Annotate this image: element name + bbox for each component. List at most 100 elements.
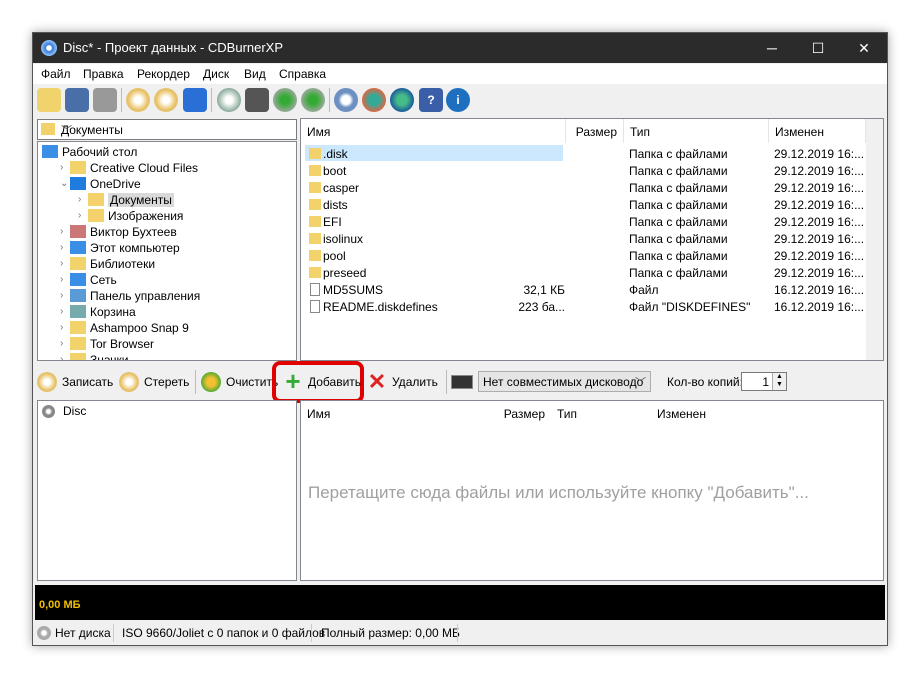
table-row[interactable]: EFI Папка с файлами 29.12.2019 16:... bbox=[301, 213, 864, 230]
disc-erase-icon bbox=[119, 372, 139, 392]
erase-button[interactable]: Стереть bbox=[119, 369, 191, 395]
cell-modified: 29.12.2019 16:... bbox=[774, 181, 865, 195]
tree-item-label: Виктор Бухтеев bbox=[90, 225, 177, 239]
info-icon[interactable]: i bbox=[446, 88, 470, 112]
chevron-right-icon[interactable]: › bbox=[60, 306, 63, 317]
copies-label: Кол-во копий: bbox=[667, 375, 743, 389]
tree-item[interactable]: ⌄ OneDrive bbox=[60, 176, 296, 192]
add-button[interactable]: + Добавить bbox=[283, 366, 361, 396]
table-row[interactable]: pool Папка с файлами 29.12.2019 16:... bbox=[301, 247, 864, 264]
stepper-arrows[interactable]: ▲ ▼ bbox=[772, 373, 786, 390]
disc-check-icon[interactable] bbox=[154, 88, 178, 112]
blue-square-icon[interactable] bbox=[183, 88, 207, 112]
menu-recorder[interactable]: Рекордер bbox=[137, 67, 190, 81]
maximize-button[interactable]: ☐ bbox=[795, 33, 841, 63]
table-row[interactable]: isolinux Папка с файлами 29.12.2019 16:... bbox=[301, 230, 864, 247]
plus-icon: + bbox=[285, 366, 301, 396]
tree-item[interactable]: › Tor Browser bbox=[60, 336, 296, 352]
folder-icon bbox=[41, 123, 55, 135]
clear-button[interactable]: Очистить bbox=[201, 369, 278, 395]
tree-item-label: Значки bbox=[90, 353, 129, 361]
menu-file[interactable]: Файл bbox=[41, 67, 71, 81]
copies-stepper[interactable]: 1 ▲ ▼ bbox=[741, 372, 787, 391]
chevron-right-icon[interactable]: › bbox=[60, 162, 63, 173]
tree-item[interactable]: › Библиотеки bbox=[60, 256, 296, 272]
table-row[interactable]: MD5SUMS 32,1 КБ Файл 16.12.2019 16:... bbox=[301, 281, 865, 298]
chevron-right-icon[interactable]: › bbox=[78, 210, 81, 221]
folder-combo[interactable]: Документы ﹀ bbox=[37, 119, 297, 140]
table-row[interactable]: casper Папка с файлами 29.12.2019 16:... bbox=[301, 179, 865, 196]
globe-cursor-icon[interactable] bbox=[390, 88, 414, 112]
tree-item[interactable]: › Панель управления bbox=[60, 288, 296, 304]
chevron-right-icon[interactable]: › bbox=[78, 194, 81, 205]
chevron-right-icon[interactable]: › bbox=[60, 226, 63, 237]
project-column-modified[interactable]: Изменен bbox=[651, 401, 761, 425]
tree-item-label: Ashampoo Snap 9 bbox=[90, 321, 189, 335]
folder-icon bbox=[309, 199, 321, 210]
folder-icon bbox=[309, 267, 321, 278]
tree-item[interactable]: › Корзина bbox=[60, 304, 296, 320]
column-name[interactable]: Имя bbox=[301, 119, 566, 143]
table-row[interactable]: .disk Папка с файлами 29.12.2019 16:... bbox=[301, 145, 864, 162]
column-modified[interactable]: Изменен bbox=[769, 119, 866, 143]
drive-select[interactable]: Нет совместимых дисководо ﹀ bbox=[478, 371, 651, 392]
disc-down-icon[interactable] bbox=[273, 88, 297, 112]
disc-info-icon[interactable] bbox=[217, 88, 241, 112]
tree-item[interactable]: › Изображения bbox=[78, 208, 296, 224]
menu-view[interactable]: Вид bbox=[244, 67, 266, 81]
tree-item[interactable]: › Виктор Бухтеев bbox=[60, 224, 296, 240]
tree-item[interactable]: Рабочий стол bbox=[42, 144, 282, 160]
menu-disc[interactable]: Диск bbox=[203, 67, 229, 81]
chevron-right-icon[interactable]: › bbox=[60, 322, 63, 333]
menu-edit[interactable]: Правка bbox=[83, 67, 124, 81]
chevron-right-icon[interactable]: › bbox=[60, 354, 63, 360]
vertical-scrollbar[interactable] bbox=[866, 119, 883, 360]
tree-item[interactable]: › Creative Cloud Files bbox=[60, 160, 296, 176]
save-icon[interactable] bbox=[65, 88, 89, 112]
open-folder-icon[interactable] bbox=[37, 88, 61, 112]
delete-button[interactable]: ✕ Удалить bbox=[367, 369, 441, 395]
project-root[interactable]: Disc bbox=[63, 404, 86, 418]
project-column-type[interactable]: Тип bbox=[551, 401, 651, 425]
project-tree[interactable]: Disc bbox=[37, 400, 297, 581]
print-icon[interactable] bbox=[93, 88, 117, 112]
chevron-down-icon: ﹀ bbox=[61, 125, 72, 137]
cell-modified: 16.12.2019 16:... bbox=[774, 283, 865, 297]
project-column-name[interactable]: Имя bbox=[301, 401, 451, 425]
tree-item[interactable]: › Документы bbox=[78, 192, 296, 208]
project-column-size[interactable]: Размер bbox=[451, 401, 551, 425]
table-row[interactable]: dists Папка с файлами 29.12.2019 16:... bbox=[301, 196, 864, 213]
close-button[interactable]: ✕ bbox=[841, 33, 887, 63]
file-list[interactable]: Имя Размер Тип Изменен .disk Папка с файл… bbox=[300, 118, 884, 361]
disc-icon bbox=[42, 405, 55, 418]
tree-item-label: Документы bbox=[108, 193, 174, 207]
chevron-right-icon[interactable]: › bbox=[60, 290, 63, 301]
no-disc-icon bbox=[37, 626, 51, 640]
help-icon[interactable]: ? bbox=[419, 88, 443, 112]
folder-icon bbox=[309, 233, 321, 244]
tree-item[interactable]: › Ashampoo Snap 9 bbox=[60, 320, 296, 336]
chevron-right-icon[interactable]: › bbox=[60, 242, 63, 253]
tree-item[interactable]: › Сеть bbox=[60, 272, 296, 288]
minimize-button[interactable]: ─ bbox=[749, 33, 795, 63]
column-size[interactable]: Размер bbox=[566, 119, 624, 143]
project-file-list[interactable]: Имя Размер Тип Изменен Перетащите сюда ф… bbox=[300, 400, 884, 581]
drive-info-icon[interactable] bbox=[245, 88, 269, 112]
table-row[interactable]: boot Папка с файлами 29.12.2019 16:... bbox=[301, 162, 864, 179]
menu-help[interactable]: Справка bbox=[279, 67, 326, 81]
globe-arrow-icon[interactable] bbox=[362, 88, 386, 112]
disc-up-icon[interactable] bbox=[301, 88, 325, 112]
chevron-right-icon[interactable]: › bbox=[60, 274, 63, 285]
column-type[interactable]: Тип bbox=[624, 119, 769, 143]
chevron-right-icon[interactable]: › bbox=[60, 338, 63, 349]
table-row[interactable]: README.diskdefines 223 ба... Файл "DISKDEF… bbox=[301, 298, 864, 315]
burn-button[interactable]: Записать bbox=[37, 369, 113, 395]
disc-erase-icon[interactable] bbox=[126, 88, 150, 112]
tree-item[interactable]: › Значки bbox=[60, 352, 296, 361]
chevron-right-icon[interactable]: › bbox=[60, 258, 63, 269]
folder-tree[interactable]: Рабочий стол › Creative Cloud Files ⌄ OneDri… bbox=[37, 141, 297, 361]
chevron-down-icon[interactable]: ⌄ bbox=[60, 178, 68, 189]
table-row[interactable]: preseed Папка с файлами 29.12.2019 16:... bbox=[301, 264, 864, 281]
settings-icon[interactable] bbox=[334, 88, 358, 112]
tree-item[interactable]: › Этот компьютер bbox=[60, 240, 296, 256]
